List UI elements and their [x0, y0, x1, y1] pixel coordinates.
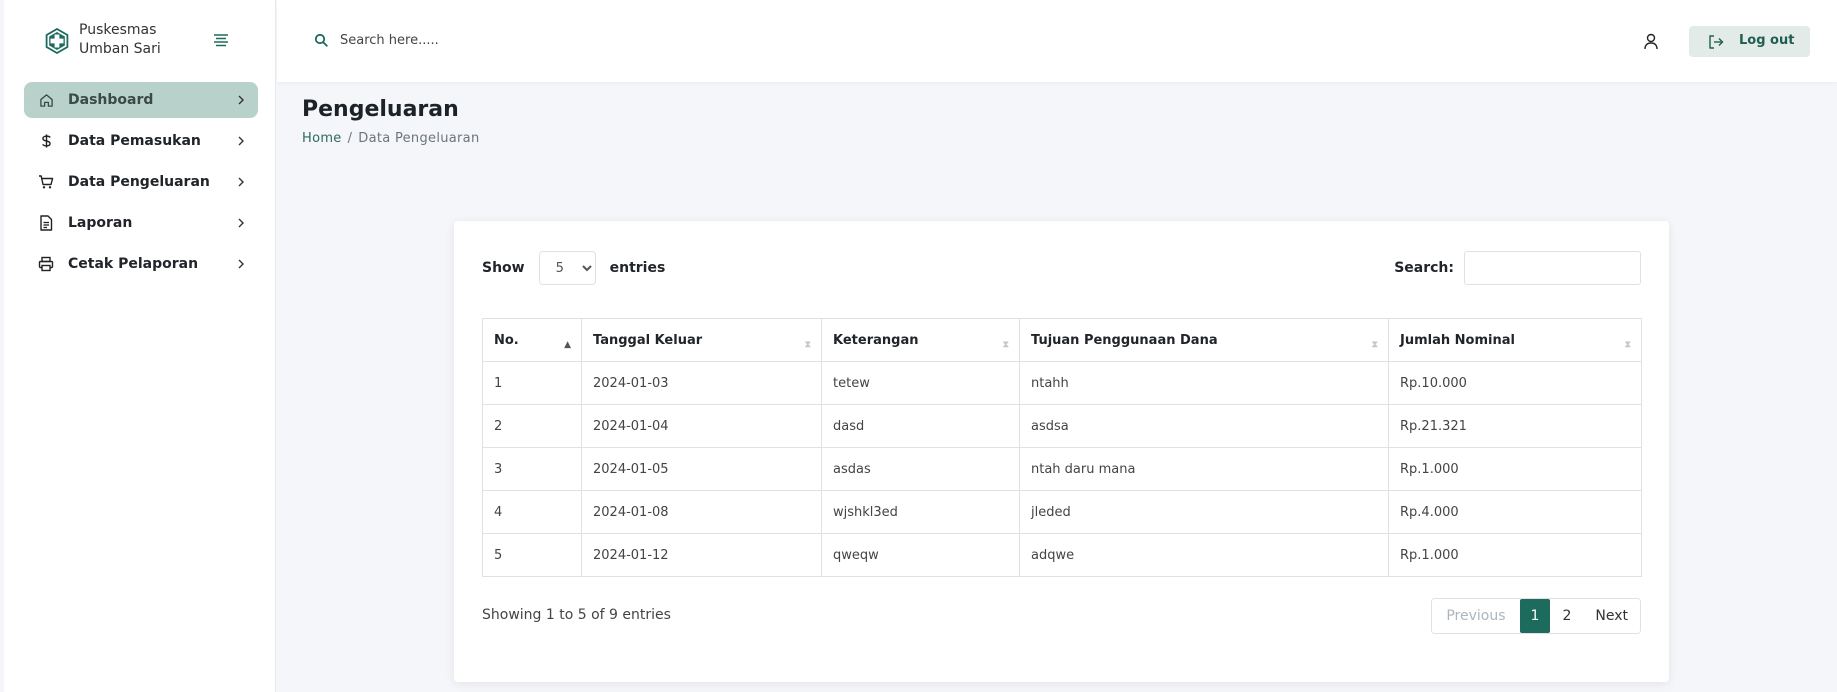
cell-jumlah-nominal: Rp.21.321: [1388, 404, 1642, 448]
length-prefix-label: Show: [482, 260, 525, 276]
table-header-row: No. ▲ Tanggal Keluar ⧗ Keterangan ⧗ Tujuan …: [482, 318, 1642, 362]
page-title: Pengeluaran: [302, 97, 459, 122]
logout-label: Log out: [1739, 33, 1795, 48]
breadcrumb-separator: /: [347, 131, 353, 146]
length-suffix-label: entries: [609, 260, 666, 276]
sidebar-item-label: Data Pengeluaran: [68, 174, 210, 190]
sidebar-item-cetak-pelaporan[interactable]: Cetak Pelaporan: [24, 246, 258, 282]
table-search-label: Search:: [1394, 260, 1454, 276]
pagination-previous-button[interactable]: Previous: [1432, 599, 1520, 633]
cell-keterangan: asdas: [821, 447, 1020, 491]
brand: Puskesmas Umban Sari: [4, 0, 276, 82]
menu-toggle-icon[interactable]: [213, 33, 229, 47]
sidebar-item-label: Dashboard: [68, 92, 154, 108]
sidebar-item-label: Laporan: [68, 215, 133, 231]
logout-icon: [1709, 35, 1724, 49]
pagination-next-button[interactable]: Next: [1583, 599, 1640, 633]
cell-tanggal-keluar: 2024-01-12: [581, 533, 822, 577]
column-header-tujuan-penggunaan-dana[interactable]: Tujuan Penggunaan Dana ⧗: [1019, 318, 1389, 362]
column-header-no[interactable]: No. ▲: [482, 318, 582, 362]
column-header-label: Tanggal Keluar: [593, 332, 703, 348]
sidebar-item-label: Data Pemasukan: [68, 133, 201, 149]
cell-tujuan: ntahh: [1019, 361, 1389, 405]
entries-length-control: Show 5 entries: [482, 251, 665, 285]
global-search-input[interactable]: [340, 28, 640, 52]
dollar-icon: [38, 133, 54, 149]
table-row: 1 2024-01-03 tetew ntahh Rp.10.000: [482, 361, 1642, 405]
chevron-right-icon: [238, 177, 244, 187]
sort-both-icon: ⧗: [1624, 340, 1631, 350]
cell-keterangan: qweqw: [821, 533, 1020, 577]
breadcrumb-current: Data Pengeluaran: [358, 131, 480, 146]
sidebar-item-label: Cetak Pelaporan: [68, 256, 199, 272]
column-header-jumlah-nominal[interactable]: Jumlah Nominal ⧗: [1388, 318, 1642, 362]
cell-tanggal-keluar: 2024-01-05: [581, 447, 822, 491]
table-row: 5 2024-01-12 qweqw adqwe Rp.1.000: [482, 533, 1642, 577]
table-search-input[interactable]: [1464, 251, 1641, 285]
search-icon: [314, 33, 328, 47]
table-row: 4 2024-01-08 wjshkl3ed jleded Rp.4.000: [482, 490, 1642, 534]
cell-tanggal-keluar: 2024-01-08: [581, 490, 822, 534]
data-card: Show 5 entries Search: No. ▲ Tanggal Kelu…: [454, 221, 1669, 682]
cell-jumlah-nominal: Rp.1.000: [1388, 447, 1642, 491]
breadcrumb-home-link[interactable]: Home: [302, 131, 342, 146]
sidebar-item-data-pemasukan[interactable]: Data Pemasukan: [24, 123, 258, 159]
pagination-page-2-button[interactable]: 2: [1550, 599, 1584, 633]
logout-button[interactable]: Log out: [1689, 26, 1810, 57]
column-header-keterangan[interactable]: Keterangan ⧗: [821, 318, 1020, 362]
pengeluaran-table: No. ▲ Tanggal Keluar ⧗ Keterangan ⧗ Tujuan …: [482, 318, 1642, 577]
chevron-right-icon: [238, 218, 244, 228]
cell-jumlah-nominal: Rp.10.000: [1388, 361, 1642, 405]
sidebar-nav: Dashboard Data Pemasukan Data Pengeluara…: [24, 82, 258, 287]
cell-no: 5: [482, 533, 582, 577]
column-header-label: Jumlah Nominal: [1400, 332, 1515, 348]
sort-both-icon: ⧗: [1002, 340, 1009, 350]
cell-tanggal-keluar: 2024-01-04: [581, 404, 822, 448]
column-header-label: No.: [494, 332, 519, 348]
chevron-right-icon: [238, 95, 244, 105]
cell-jumlah-nominal: Rp.4.000: [1388, 490, 1642, 534]
table-search-control: Search:: [1394, 251, 1641, 285]
cell-tujuan: asdsa: [1019, 404, 1389, 448]
table-info: Showing 1 to 5 of 9 entries: [482, 607, 671, 623]
cell-no: 1: [482, 361, 582, 405]
sidebar-item-laporan[interactable]: Laporan: [24, 205, 258, 241]
entries-per-page-select[interactable]: 5: [538, 251, 596, 285]
file-text-icon: [38, 215, 54, 231]
cell-no: 4: [482, 490, 582, 534]
sidebar-item-dashboard[interactable]: Dashboard: [24, 82, 258, 118]
cell-tanggal-keluar: 2024-01-03: [581, 361, 822, 405]
pagination: Previous 1 2 Next: [1431, 598, 1641, 634]
chevron-right-icon: [238, 136, 244, 146]
column-header-label: Keterangan: [833, 332, 919, 348]
cell-tujuan: jleded: [1019, 490, 1389, 534]
cell-no: 3: [482, 447, 582, 491]
cell-keterangan: wjshkl3ed: [821, 490, 1020, 534]
cell-keterangan: dasd: [821, 404, 1020, 448]
breadcrumb: Home / Data Pengeluaran: [302, 131, 479, 146]
printer-icon: [38, 256, 54, 272]
sort-ascending-icon: ▲: [564, 340, 571, 350]
cell-keterangan: tetew: [821, 361, 1020, 405]
home-icon: [38, 92, 54, 108]
chevron-right-icon: [238, 259, 244, 269]
cart-icon: [38, 174, 54, 190]
top-header: Log out: [277, 0, 1837, 82]
cell-tujuan: adqwe: [1019, 533, 1389, 577]
table-row: 3 2024-01-05 asdas ntah daru mana Rp.1.0…: [482, 447, 1642, 491]
sidebar-item-data-pengeluaran[interactable]: Data Pengeluaran: [24, 164, 258, 200]
column-header-label: Tujuan Penggunaan Dana: [1031, 332, 1218, 348]
puskesmas-logo-icon: [45, 28, 69, 54]
sidebar: Puskesmas Umban Sari Dashboard Data Pema…: [4, 0, 276, 692]
cell-no: 2: [482, 404, 582, 448]
cell-jumlah-nominal: Rp.1.000: [1388, 533, 1642, 577]
table-row: 2 2024-01-04 dasd asdsa Rp.21.321: [482, 404, 1642, 448]
column-header-tanggal-keluar[interactable]: Tanggal Keluar ⧗: [581, 318, 822, 362]
cell-tujuan: ntah daru mana: [1019, 447, 1389, 491]
sort-both-icon: ⧗: [804, 340, 811, 350]
user-icon[interactable]: [1643, 33, 1659, 50]
pagination-page-1-button[interactable]: 1: [1519, 599, 1551, 633]
sort-both-icon: ⧗: [1371, 340, 1378, 350]
brand-name: Puskesmas Umban Sari: [79, 22, 161, 57]
